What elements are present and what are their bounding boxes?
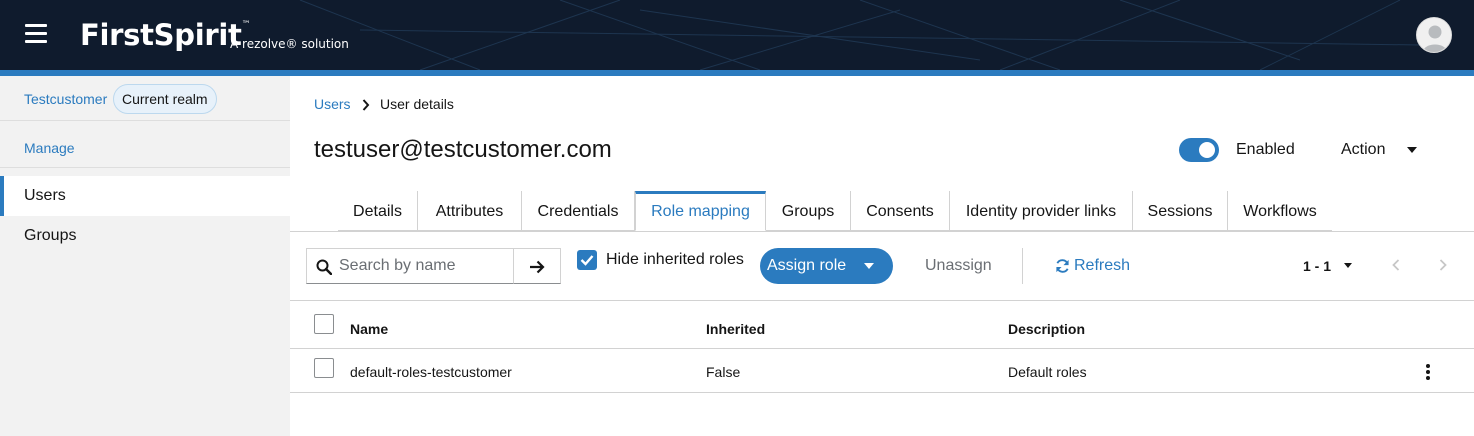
table-row-border [290,392,1474,393]
tab-label: Credentials [537,203,619,220]
hide-inherited-checkbox[interactable] [577,250,597,270]
tab-label: Attributes [435,203,504,220]
realm-name[interactable]: Testcustomer [24,91,107,107]
tabs-divider [290,231,1474,232]
column-header-inherited: Inherited [706,321,766,337]
tab-sessions[interactable]: Sessions [1133,191,1228,231]
masthead: FirstSpirit™ A rezolve® solution [0,0,1474,70]
tab-role-mapping[interactable]: Role mapping [635,191,766,231]
brand-tagline: A rezolve® solution [230,37,349,51]
caret-down-icon [1407,147,1417,153]
tab-consents[interactable]: Consents [851,191,950,231]
search-input[interactable] [339,257,509,275]
page-title: testuser@testcustomer.com [314,136,612,163]
pagination-caret-down-icon[interactable] [1344,263,1352,268]
arrow-right-icon [530,260,545,274]
tab-label: Groups [781,203,835,220]
kebab-icon[interactable] [1426,364,1430,382]
sidebar-item-users[interactable]: Users [0,176,290,216]
sidebar-item-label: Groups [24,227,77,244]
breadcrumb-users-link[interactable]: Users [314,96,351,112]
table-header-border [290,348,1474,349]
role-name-cell: default-roles-testcustomer [350,364,512,380]
tab-label: Workflows [1243,203,1317,220]
breadcrumb: Users User details [314,96,454,112]
enabled-label: Enabled [1236,141,1295,158]
sidebar-section-label: Manage [24,140,75,156]
brand-logo: FirstSpirit™ [80,18,251,52]
chevron-left-icon[interactable] [1390,258,1402,272]
sidebar-item-groups[interactable]: Groups [0,216,290,256]
unassign-button[interactable]: Unassign [925,257,992,275]
tab-label: Role mapping [651,203,750,220]
tab-label: Sessions [1147,203,1213,220]
tab-label: Details [353,203,402,220]
search-box [306,248,514,284]
checkmark-icon [580,255,594,266]
description-cell: Default roles [1008,364,1087,380]
search-icon [316,259,332,275]
avatar-icon[interactable] [1416,17,1452,53]
tab-attributes[interactable]: Attributes [418,191,522,231]
enabled-toggle[interactable] [1179,138,1219,162]
hamburger-icon[interactable] [25,24,47,44]
breadcrumb-current: User details [380,96,454,112]
select-all-checkbox[interactable] [314,314,334,334]
toolbar-divider [1022,248,1023,284]
row-checkbox[interactable] [314,358,334,378]
chevron-right-icon [362,99,370,111]
hide-inherited-label: Hide inherited roles [606,251,744,268]
refresh-icon [1056,259,1069,273]
tab-label: Consents [866,203,934,220]
tab-workflows[interactable]: Workflows [1228,191,1332,231]
search-submit-button[interactable] [513,248,561,284]
inherited-cell: False [706,364,741,380]
tab-label: Identity provider links [965,203,1117,220]
action-label: Action [1341,141,1386,158]
current-realm-badge: Current realm [113,84,217,114]
refresh-label: Refresh [1074,257,1131,274]
tab-details[interactable]: Details [338,191,418,231]
action-dropdown[interactable]: Action [1341,141,1417,159]
realm-selector[interactable]: Testcustomer Current realm [0,76,290,121]
assign-role-button[interactable]: Assign role [760,248,893,284]
assign-role-label: Assign role [767,257,847,274]
table-top-border [290,300,1474,301]
caret-down-icon[interactable] [864,263,874,269]
column-header-description: Description [1008,321,1086,337]
brand-trademark: ™ [241,20,251,30]
tab-credentials[interactable]: Credentials [522,191,635,231]
sidebar-item-label: Users [24,187,66,204]
brand-name: FirstSpirit [80,18,242,52]
tab-groups[interactable]: Groups [766,191,851,231]
sidebar: Testcustomer Current realm Manage Users … [0,76,290,436]
pagination-range[interactable]: 1 - 1 [1303,258,1331,274]
chevron-right-icon[interactable] [1437,258,1449,272]
tab-identity-provider-links[interactable]: Identity provider links [950,191,1133,231]
sidebar-section-manage: Manage [0,122,290,168]
column-header-name[interactable]: Name [350,321,388,337]
